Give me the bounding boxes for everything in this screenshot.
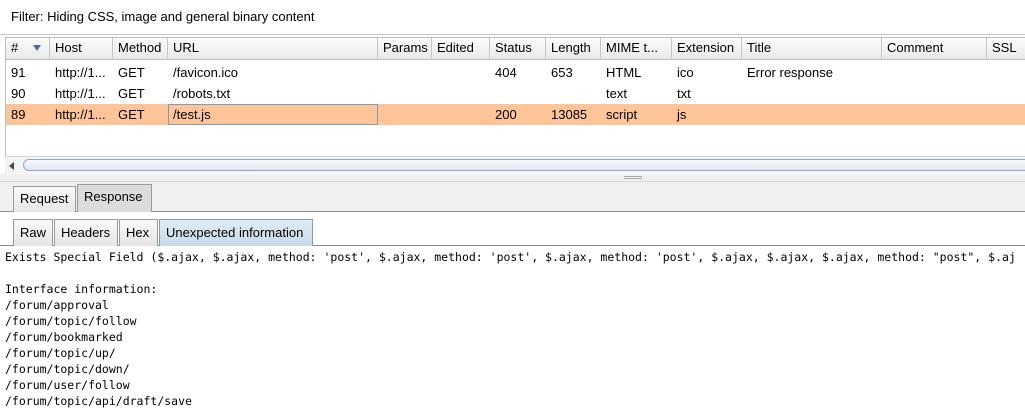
pane-splitter[interactable] bbox=[0, 174, 1025, 182]
text-line: /forum/topic/down/ bbox=[5, 362, 130, 376]
http-history-table[interactable]: # Host Method URL Params Edited Status L… bbox=[5, 37, 1025, 174]
cell-status: 200 bbox=[495, 107, 517, 122]
unexpected-information-text[interactable]: Exists Special Field ($.ajax, $.ajax, me… bbox=[0, 247, 1025, 415]
text-line: /forum/topic/api/draft/save bbox=[5, 394, 192, 408]
column-header-host[interactable]: Host bbox=[50, 38, 113, 60]
table-row[interactable]: 91 http://1... GET /favicon.ico 404 653 … bbox=[6, 62, 1025, 83]
cell-method: GET bbox=[118, 86, 145, 101]
cell-edited bbox=[432, 83, 490, 104]
cell-edited bbox=[432, 104, 490, 125]
splitter-grip-icon[interactable] bbox=[624, 176, 642, 179]
column-header-status[interactable]: Status bbox=[490, 38, 546, 60]
column-header-params[interactable]: Params bbox=[378, 38, 432, 60]
cell-mime-type: text bbox=[606, 86, 627, 101]
cell-host: http://1... bbox=[55, 107, 106, 122]
sort-descending-icon bbox=[33, 45, 41, 51]
column-header-mime-type[interactable]: MIME t... bbox=[601, 38, 672, 60]
cell-method: GET bbox=[118, 107, 145, 122]
text-line: /forum/topic/follow bbox=[5, 314, 137, 328]
tab-request[interactable]: Request bbox=[13, 186, 76, 212]
column-header-extension[interactable]: Extension bbox=[672, 38, 742, 60]
text-line: Interface information: bbox=[5, 282, 158, 296]
text-line: Exists Special Field ($.ajax, $.ajax, me… bbox=[5, 250, 1016, 264]
scroll-left-arrow-icon[interactable] bbox=[9, 162, 14, 170]
filter-text[interactable]: Filter: Hiding CSS, image and general bi… bbox=[11, 9, 315, 24]
cell-params bbox=[378, 83, 432, 104]
subtab-hex[interactable]: Hex bbox=[119, 219, 158, 246]
cell-length: 13085 bbox=[551, 107, 588, 122]
cell-url: /robots.txt bbox=[173, 86, 231, 101]
table-row-selected[interactable]: 89 http://1... GET /test.js 200 13085 sc… bbox=[6, 104, 1025, 125]
cell-comment bbox=[882, 104, 987, 125]
cell-title bbox=[742, 83, 882, 104]
horizontal-scrollbar[interactable] bbox=[5, 156, 1025, 173]
tab-response[interactable]: Response bbox=[77, 184, 152, 212]
cell-edited bbox=[432, 62, 490, 83]
cell-host: http://1... bbox=[55, 65, 106, 80]
cell-params bbox=[378, 62, 432, 83]
column-header-url[interactable]: URL bbox=[168, 38, 378, 60]
cell-length: 653 bbox=[551, 65, 573, 80]
cell-ssl bbox=[987, 104, 1025, 125]
column-header-length[interactable]: Length bbox=[546, 38, 601, 60]
cell-url: /favicon.ico bbox=[173, 65, 239, 80]
subtab-headers[interactable]: Headers bbox=[54, 219, 118, 246]
scrollbar-thumb[interactable] bbox=[23, 159, 1025, 171]
cell-status: 404 bbox=[495, 65, 517, 80]
cell-number: 91 bbox=[11, 65, 26, 80]
cell-title: Error response bbox=[747, 65, 833, 80]
cell-mime-type: script bbox=[606, 107, 638, 122]
column-header-number[interactable]: # bbox=[6, 38, 50, 60]
column-header-title[interactable]: Title bbox=[742, 38, 882, 60]
cell-ssl bbox=[987, 62, 1025, 83]
cell-extension: ico bbox=[677, 65, 694, 80]
text-line: /forum/topic/up/ bbox=[5, 346, 116, 360]
filter-bar[interactable]: Filter: Hiding CSS, image and general bi… bbox=[0, 0, 1025, 35]
cell-length bbox=[546, 83, 601, 104]
subtab-raw[interactable]: Raw bbox=[13, 219, 53, 246]
cell-mime-type: HTML bbox=[606, 65, 642, 80]
text-line: /forum/approval bbox=[5, 298, 109, 312]
message-tabs: Request Response bbox=[0, 182, 1025, 212]
subtab-unexpected-information[interactable]: Unexpected information bbox=[159, 219, 313, 246]
column-header-method[interactable]: Method bbox=[113, 38, 168, 60]
cell-ssl bbox=[987, 83, 1025, 104]
cell-number: 90 bbox=[11, 86, 26, 101]
cell-url-focused[interactable]: /test.js bbox=[168, 104, 378, 125]
cell-comment bbox=[882, 83, 987, 104]
cell-host: http://1... bbox=[55, 86, 106, 101]
cell-status bbox=[490, 83, 546, 104]
cell-extension: js bbox=[677, 107, 687, 122]
cell-number: 89 bbox=[11, 107, 26, 122]
response-view-tabs: Raw Headers Hex Unexpected information bbox=[0, 213, 1025, 246]
text-line: /forum/user/follow bbox=[5, 378, 130, 392]
cell-method: GET bbox=[118, 65, 145, 80]
table-row[interactable]: 90 http://1... GET /robots.txt text txt bbox=[6, 83, 1025, 104]
cell-params bbox=[378, 104, 432, 125]
text-line: /forum/bookmarked bbox=[5, 330, 123, 344]
column-header-edited[interactable]: Edited bbox=[432, 38, 490, 60]
cell-title bbox=[742, 104, 882, 125]
column-header-comment[interactable]: Comment bbox=[882, 38, 987, 60]
cell-comment bbox=[882, 62, 987, 83]
column-header-ssl[interactable]: SSL bbox=[987, 38, 1025, 60]
cell-extension: txt bbox=[677, 86, 691, 101]
